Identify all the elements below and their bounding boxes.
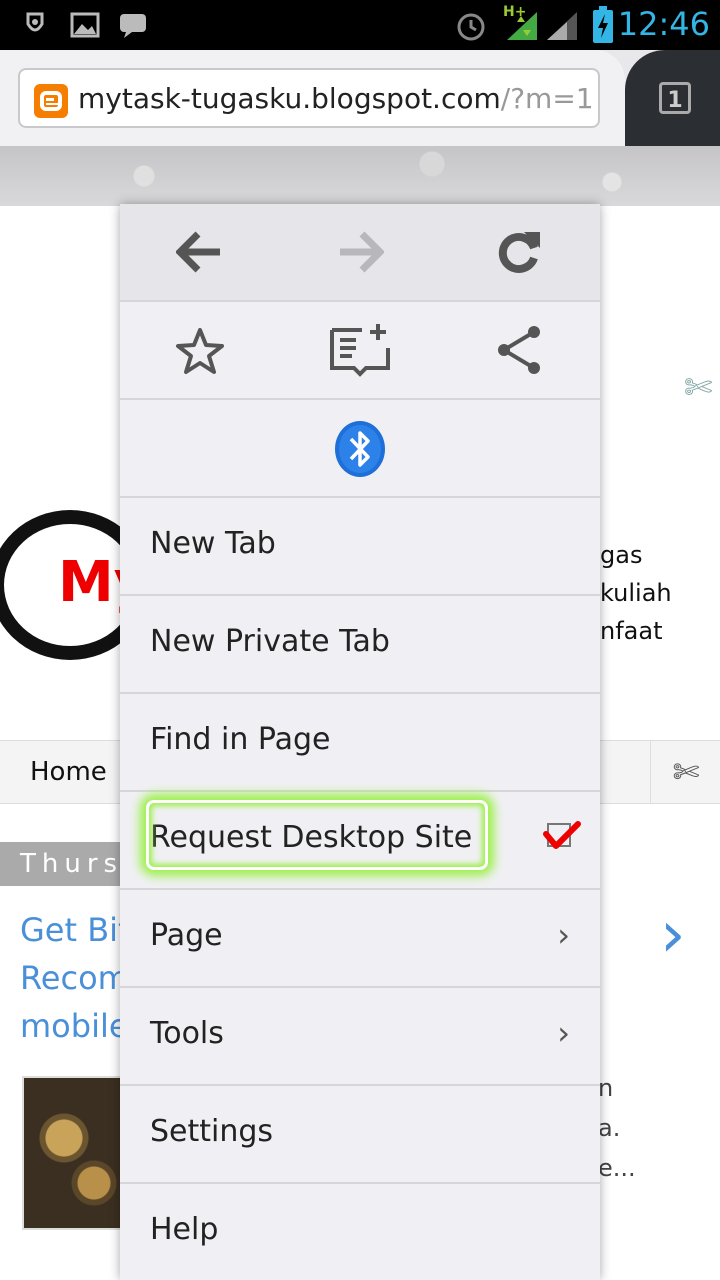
checkbox-checked-icon[interactable] bbox=[542, 814, 582, 854]
post-title[interactable]: Get Bit Recom mobile bbox=[20, 906, 120, 1050]
blog-header-image bbox=[0, 146, 720, 206]
post-excerpt: n a. e... bbox=[598, 1068, 636, 1188]
menu-item-new-tab[interactable]: New Tab bbox=[120, 498, 600, 596]
menu-item-tools[interactable]: Tools › bbox=[120, 988, 600, 1086]
menu-item-label: Help bbox=[150, 1212, 219, 1247]
share-icon[interactable] bbox=[494, 324, 546, 376]
post-thumbnail[interactable] bbox=[22, 1076, 126, 1230]
excerpt-line-2: a. bbox=[598, 1114, 621, 1142]
menu-item-label: Page bbox=[150, 918, 223, 953]
menu-item-find-in-page[interactable]: Find in Page bbox=[120, 694, 600, 792]
menu-navigation-row bbox=[120, 204, 600, 302]
bookmark-star-icon[interactable] bbox=[174, 326, 226, 378]
battery-charging-icon bbox=[593, 6, 613, 43]
status-bar: H+ 12:46 bbox=[0, 0, 720, 50]
menu-bluetooth-row bbox=[120, 400, 600, 498]
menu-item-label: New Tab bbox=[150, 526, 276, 561]
reading-list-add-icon[interactable] bbox=[328, 322, 392, 378]
bbm-icon bbox=[120, 14, 146, 38]
tab-count: 1 bbox=[659, 82, 691, 114]
chevron-right-icon: › bbox=[557, 1014, 570, 1052]
excerpt-line-3: e... bbox=[598, 1154, 636, 1182]
tabs-button[interactable]: 1 bbox=[625, 50, 720, 146]
blogger-favicon-icon bbox=[34, 84, 68, 118]
menu-item-label: Find in Page bbox=[150, 722, 331, 757]
data-arrows-icon bbox=[507, 12, 537, 40]
post-title-line-2: Recom bbox=[20, 959, 120, 997]
image-icon bbox=[70, 12, 100, 38]
menu-item-new-private-tab[interactable]: New Private Tab bbox=[120, 596, 600, 694]
excerpt-line-1: n bbox=[598, 1074, 614, 1102]
tools-icon[interactable]: ✄ bbox=[684, 368, 713, 408]
menu-item-label: Request Desktop Site bbox=[150, 820, 473, 855]
clock: 12:46 bbox=[617, 5, 710, 43]
post-date: Thurs bbox=[0, 842, 120, 886]
menu-item-label: Tools bbox=[150, 1016, 224, 1051]
browser-toolbar: mytask-tugasku.blogspot.com/?m=1 bbox=[0, 50, 720, 146]
menu-item-label: New Private Tab bbox=[150, 624, 390, 659]
menu-actions-row bbox=[120, 302, 600, 400]
reload-icon[interactable] bbox=[496, 228, 544, 276]
menu-item-page[interactable]: Page › bbox=[120, 890, 600, 988]
post-title-line-1: Get Bit bbox=[20, 911, 120, 949]
nav-home-link[interactable]: Home bbox=[30, 757, 107, 787]
post-title-line-3: mobile bbox=[20, 1007, 120, 1045]
menu-item-settings[interactable]: Settings bbox=[120, 1086, 600, 1184]
menu-item-label: Settings bbox=[150, 1114, 274, 1149]
menu-item-request-desktop-site[interactable]: Request Desktop Site bbox=[120, 792, 600, 890]
url-host: mytask-tugasku.blogspot.com bbox=[78, 82, 501, 115]
chevron-right-icon: › bbox=[557, 916, 570, 954]
nav-tools-icon[interactable]: ✄ bbox=[650, 741, 720, 803]
next-post-arrow-icon[interactable]: › bbox=[660, 898, 686, 972]
back-arrow-icon[interactable] bbox=[176, 228, 224, 276]
tagline-line-2: nfaat bbox=[600, 617, 663, 645]
blog-tagline: gas kuliah nfaat bbox=[600, 536, 720, 650]
rooted-icon bbox=[26, 12, 44, 32]
menu-item-help[interactable]: Help bbox=[120, 1184, 600, 1280]
forward-arrow-icon[interactable] bbox=[336, 228, 384, 276]
alarm-icon bbox=[457, 13, 485, 41]
tagline-line-1: gas kuliah bbox=[600, 541, 672, 607]
browser-overflow-menu: New Tab New Private Tab Find in Page Req… bbox=[120, 204, 600, 1280]
bluetooth-icon[interactable] bbox=[334, 420, 386, 478]
url-path: /?m=1 bbox=[500, 82, 594, 115]
signal-icon bbox=[547, 12, 577, 40]
url-bar[interactable]: mytask-tugasku.blogspot.com/?m=1 bbox=[18, 68, 600, 128]
url-text: mytask-tugasku.blogspot.com/?m=1 bbox=[78, 82, 594, 115]
